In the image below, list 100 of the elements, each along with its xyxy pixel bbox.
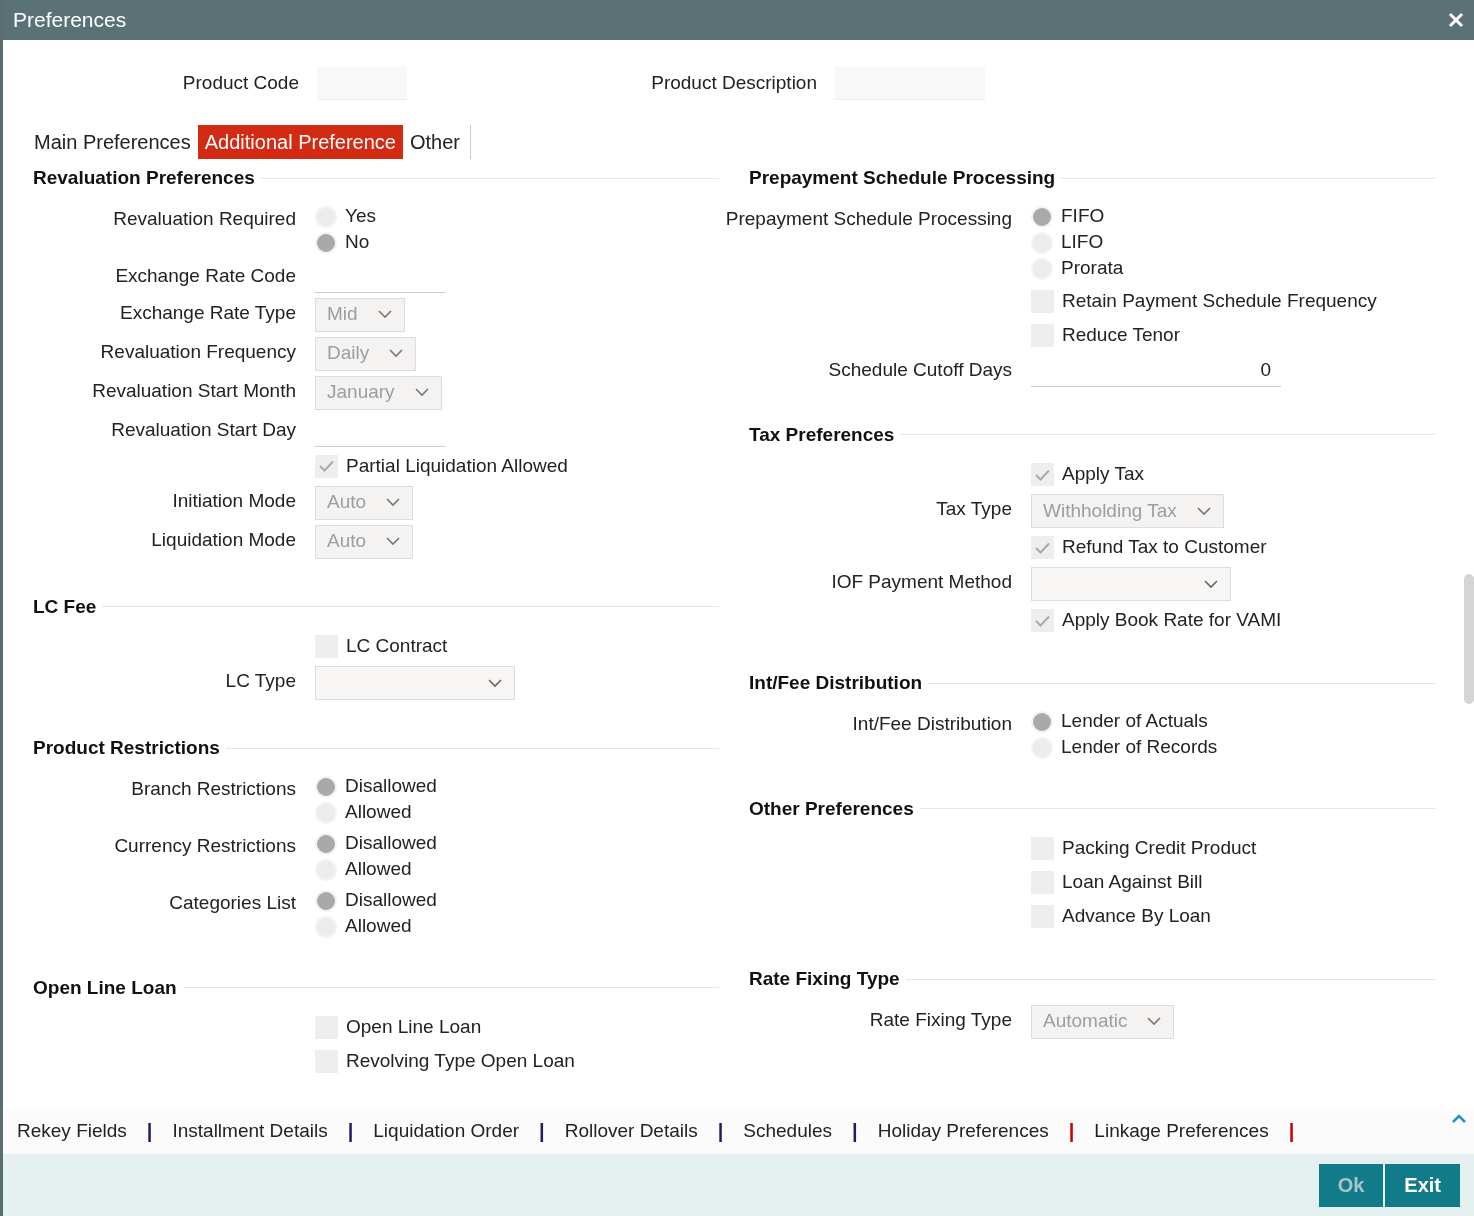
section-heading: LC Fee: [33, 594, 97, 619]
checkbox[interactable]: [1031, 463, 1054, 486]
field-label: Branch Restrictions: [131, 776, 296, 801]
field-label: Revaluation Start Day: [111, 417, 296, 442]
tab[interactable]: Additional Preference: [197, 125, 403, 159]
footer-link[interactable]: Linkage Preferences: [1092, 1116, 1271, 1146]
checkmark-icon: [1035, 541, 1050, 554]
section-heading: Rate Fixing Type: [749, 967, 900, 991]
field-label: Currency Restrictions: [114, 833, 296, 858]
section-heading: Product Restrictions: [33, 736, 220, 760]
chevron-down-icon: [377, 310, 392, 319]
option-label: Disallowed: [345, 774, 437, 799]
checkmark-icon: [319, 460, 334, 472]
scrollbar[interactable]: [1464, 574, 1474, 704]
radio-button[interactable]: [315, 231, 337, 254]
field-label: Liquidation Mode: [151, 527, 296, 552]
section-heading: Tax Preferences: [749, 422, 895, 447]
link-separator: |: [1068, 1119, 1075, 1144]
checkbox[interactable]: [315, 454, 338, 478]
checkbox-label: Apply Tax: [1062, 462, 1145, 487]
field-label: Product Code: [182, 70, 299, 95]
footer-link[interactable]: Installment Details: [170, 1116, 330, 1146]
link-separator: |: [146, 1119, 153, 1144]
checkbox-label: Refund Tax to Customer: [1062, 535, 1267, 560]
field-label: IOF Payment Method: [831, 570, 1012, 594]
option-label: Lender of Actuals: [1061, 709, 1208, 734]
option-label: Allowed: [345, 857, 412, 882]
section-heading: Open Line Loan: [33, 975, 177, 1000]
text-field[interactable]: 0: [1031, 354, 1281, 387]
field-label: Revaluation Frequency: [100, 339, 296, 364]
window-title: Preferences: [13, 7, 127, 34]
field-label: Initiation Mode: [172, 488, 296, 513]
checkbox-label: Retain Payment Schedule Frequency: [1062, 288, 1377, 313]
tab[interactable]: Main Preferences: [27, 125, 198, 159]
field-label: Int/Fee Distribution: [852, 711, 1012, 736]
field-label: Revaluation Required: [113, 206, 296, 231]
checkmark-icon: [1035, 614, 1050, 627]
option-label: LIFO: [1061, 230, 1104, 255]
checkbox-label: Partial Liquidation Allowed: [346, 453, 568, 478]
link-separator: |: [539, 1119, 545, 1144]
section-heading: Other Preferences: [749, 796, 914, 821]
checkbox-label: Apply Book Rate for VAMI: [1062, 608, 1282, 633]
close-icon[interactable]: [1448, 12, 1464, 28]
field-label: Revaluation Start Month: [92, 378, 296, 403]
option-label: Disallowed: [345, 831, 437, 856]
radio-button[interactable]: [1031, 205, 1053, 228]
field-label: Product Description: [651, 70, 817, 95]
chevron-down-icon: [414, 388, 429, 397]
link-separator: |: [347, 1119, 354, 1144]
field-label: Prepayment Schedule Processing: [725, 206, 1012, 231]
option-label: FIFO: [1061, 204, 1105, 229]
dropdown[interactable]: [1031, 567, 1231, 601]
checkbox-label: Advance By Loan: [1062, 904, 1211, 929]
field-label: Tax Type: [936, 497, 1012, 521]
footer-link[interactable]: Rollover Details: [562, 1116, 700, 1146]
radio-button[interactable]: [1031, 710, 1053, 733]
footer-link[interactable]: Holiday Preferences: [875, 1116, 1051, 1146]
chevron-up-icon[interactable]: [1452, 1114, 1466, 1123]
field-label: Exchange Rate Type: [119, 300, 296, 325]
checkbox-label: Reduce Tenor: [1062, 322, 1180, 347]
section-heading: Int/Fee Distribution: [749, 671, 923, 695]
radio-button[interactable]: [315, 889, 337, 912]
exit-button[interactable]: Exit: [1385, 1163, 1460, 1207]
checkbox-label: LC Contract: [346, 634, 448, 659]
footer-link[interactable]: Rekey Fields: [15, 1116, 129, 1146]
footer-link[interactable]: Liquidation Order: [371, 1116, 522, 1146]
field-label: Categories List: [169, 890, 296, 915]
chevron-down-icon: [488, 678, 502, 688]
chevron-down-icon: [1196, 506, 1211, 516]
link-separator: |: [717, 1119, 724, 1144]
chevron-down-icon: [386, 537, 401, 546]
section-heading: Revaluation Preferences: [33, 166, 255, 190]
field-label: Rate Fixing Type: [869, 1007, 1012, 1032]
footer-link[interactable]: Schedules: [741, 1116, 835, 1146]
link-separator: |: [852, 1119, 858, 1144]
option-label: Allowed: [345, 914, 412, 939]
checkbox-label: Loan Against Bill: [1062, 870, 1203, 895]
chevron-down-icon: [1147, 1017, 1162, 1026]
chevron-down-icon: [1204, 579, 1218, 589]
checkbox-label: Packing Credit Product: [1062, 836, 1257, 861]
link-separator: |: [1288, 1119, 1295, 1144]
option-label: Disallowed: [345, 888, 437, 913]
radio-button[interactable]: [315, 832, 337, 855]
option-label: Lender of Records: [1061, 735, 1218, 760]
option-label: Allowed: [345, 800, 412, 825]
dropdown[interactable]: [315, 666, 515, 700]
tab[interactable]: Other: [403, 125, 471, 159]
option-label: No: [345, 230, 370, 255]
field-label: LC Type: [225, 669, 296, 693]
field-label: Exchange Rate Code: [115, 263, 296, 288]
option-label: Prorata: [1061, 256, 1124, 281]
chevron-down-icon: [389, 349, 404, 358]
section-heading: Prepayment Schedule Processing: [749, 166, 1056, 190]
chevron-down-icon: [386, 498, 401, 507]
checkbox[interactable]: [1031, 609, 1054, 632]
checkbox[interactable]: [1031, 536, 1054, 559]
radio-button[interactable]: [315, 775, 337, 798]
checkbox-label: Revolving Type Open Loan: [346, 1049, 575, 1074]
field-label: Schedule Cutoff Days: [828, 357, 1012, 382]
option-label: Yes: [345, 204, 376, 229]
